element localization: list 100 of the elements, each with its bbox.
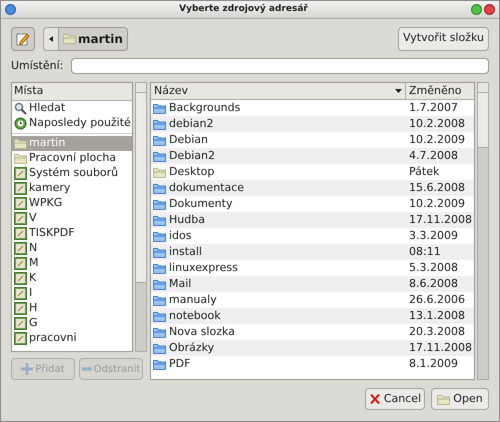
file-name: install xyxy=(169,244,202,260)
drive-icon xyxy=(14,317,27,330)
folder-icon xyxy=(153,278,166,290)
drive-icon xyxy=(14,302,27,315)
file-row[interactable]: Desktop Pátek xyxy=(151,164,474,180)
file-row[interactable]: Nova slozka 20.3.2008 xyxy=(151,324,474,340)
place-item[interactable]: Pracovní plocha xyxy=(12,151,132,166)
place-item[interactable]: H xyxy=(12,301,132,316)
drive-icon xyxy=(14,332,27,345)
pencil-icon xyxy=(16,32,30,46)
search-icon xyxy=(14,102,27,115)
folder-icon xyxy=(153,198,166,210)
drive-icon xyxy=(14,182,27,195)
file-row[interactable]: PDF 8.1.2009 xyxy=(151,356,474,372)
modified-date: 10.2.2009 xyxy=(408,132,466,148)
folder-icon xyxy=(153,310,166,322)
file-name: Desktop xyxy=(169,164,214,180)
column-header[interactable]: Místa xyxy=(12,83,132,101)
folder-icon xyxy=(153,326,166,338)
file-name: dokumentace xyxy=(169,180,244,196)
modified-date: 08:11 xyxy=(408,244,442,260)
scrollbar[interactable] xyxy=(135,82,147,352)
place-item[interactable]: I xyxy=(12,286,132,301)
place-item[interactable]: N xyxy=(12,241,132,256)
minus-icon xyxy=(82,367,92,371)
back-button[interactable] xyxy=(43,26,59,50)
folder-icon xyxy=(153,134,166,146)
file-row[interactable]: Backgrounds 1.7.2007 xyxy=(151,100,474,116)
file-name: Mail xyxy=(169,276,192,292)
place-item[interactable]: V xyxy=(12,211,132,226)
clock-icon xyxy=(14,117,27,130)
folder-icon xyxy=(153,246,166,258)
file-row[interactable]: idos 3.3.2009 xyxy=(151,228,474,244)
modified-date: 10.2.2008 xyxy=(408,116,466,132)
place-item[interactable]: Systém souborů xyxy=(12,166,132,181)
folder-icon xyxy=(153,166,166,178)
file-row[interactable]: Debian 10.2.2009 xyxy=(151,132,474,148)
place-item[interactable]: Hledat xyxy=(12,101,132,116)
drive-icon xyxy=(14,242,27,255)
place-item[interactable]: kamery xyxy=(12,181,132,196)
modified-date: 20.3.2008 xyxy=(408,324,466,340)
modified-date: 13.1.2008 xyxy=(408,308,466,324)
column-header[interactable]: Název xyxy=(151,83,406,99)
plus-icon xyxy=(21,363,34,375)
left-arrow-icon xyxy=(49,36,53,42)
file-row[interactable]: Obrázky 17.11.2008 xyxy=(151,340,474,356)
folder-icon xyxy=(153,294,166,306)
place-item[interactable]: G xyxy=(12,316,132,331)
scrollbar[interactable] xyxy=(477,82,489,380)
folder-icon xyxy=(14,153,27,164)
modified-date: 8.6.2008 xyxy=(408,276,459,292)
minimize-button[interactable] xyxy=(5,4,16,15)
file-row[interactable]: manualy 26.6.2006 xyxy=(151,292,474,308)
drive-icon xyxy=(14,167,27,180)
file-name: manualy xyxy=(169,292,217,308)
place-item[interactable]: pracovni xyxy=(12,331,132,346)
edit-location-button[interactable] xyxy=(11,26,35,50)
folder-icon xyxy=(153,230,166,242)
file-name: notebook xyxy=(169,308,221,324)
file-row[interactable]: Dokumenty 10.2.2009 xyxy=(151,196,474,212)
drive-icon xyxy=(14,287,27,300)
drive-icon xyxy=(14,197,27,210)
folder-icon xyxy=(153,262,166,274)
file-name: Hudba xyxy=(169,212,205,228)
open-button[interactable]: Open xyxy=(431,388,489,410)
modified-date: 4.7.2008 xyxy=(408,148,459,164)
file-row[interactable]: linuxexpress 5.3.2008 xyxy=(151,260,474,276)
modified-date: 26.6.2006 xyxy=(408,292,466,308)
place-item[interactable]: WPKG xyxy=(12,196,132,211)
location-field[interactable] xyxy=(71,58,489,74)
file-row[interactable]: notebook 13.1.2008 xyxy=(151,308,474,324)
drive-icon xyxy=(14,212,27,225)
modified-date: 15.6.2008 xyxy=(408,180,466,196)
folder-icon xyxy=(153,358,166,370)
file-row[interactable]: debian2 10.2.2008 xyxy=(151,116,474,132)
folder-icon xyxy=(153,102,166,114)
folder-icon xyxy=(153,342,166,354)
place-item[interactable]: K xyxy=(12,271,132,286)
create-folder-button[interactable]: Vytvořit složku xyxy=(398,26,489,50)
modified-date: 1.7.2007 xyxy=(408,100,459,116)
place-item[interactable]: Naposledy použité xyxy=(12,116,132,131)
place-item[interactable]: TISKPDF xyxy=(12,226,132,241)
file-name: PDF xyxy=(169,356,190,372)
file-name: Debian xyxy=(169,132,208,148)
file-row[interactable]: install 08:11 xyxy=(151,244,474,260)
cancel-button[interactable]: Cancel xyxy=(365,388,425,410)
file-name: debian2 xyxy=(169,116,214,132)
maximize-button[interactable] xyxy=(470,4,482,15)
file-row[interactable]: dokumentace 15.6.2008 xyxy=(151,180,474,196)
file-row[interactable]: Debian2 4.7.2008 xyxy=(151,148,474,164)
place-item[interactable]: M xyxy=(12,256,132,271)
file-row[interactable]: Mail 8.6.2008 xyxy=(151,276,474,292)
column-header[interactable]: Změněno xyxy=(406,83,474,99)
file-row[interactable]: Hudba 17.11.2008 xyxy=(151,212,474,228)
folder-icon xyxy=(153,182,166,194)
path-button[interactable]: martin xyxy=(59,26,128,50)
file-name: idos xyxy=(169,228,192,244)
close-button[interactable] xyxy=(484,4,495,15)
folder-icon xyxy=(153,150,166,162)
folder-icon xyxy=(153,214,166,226)
